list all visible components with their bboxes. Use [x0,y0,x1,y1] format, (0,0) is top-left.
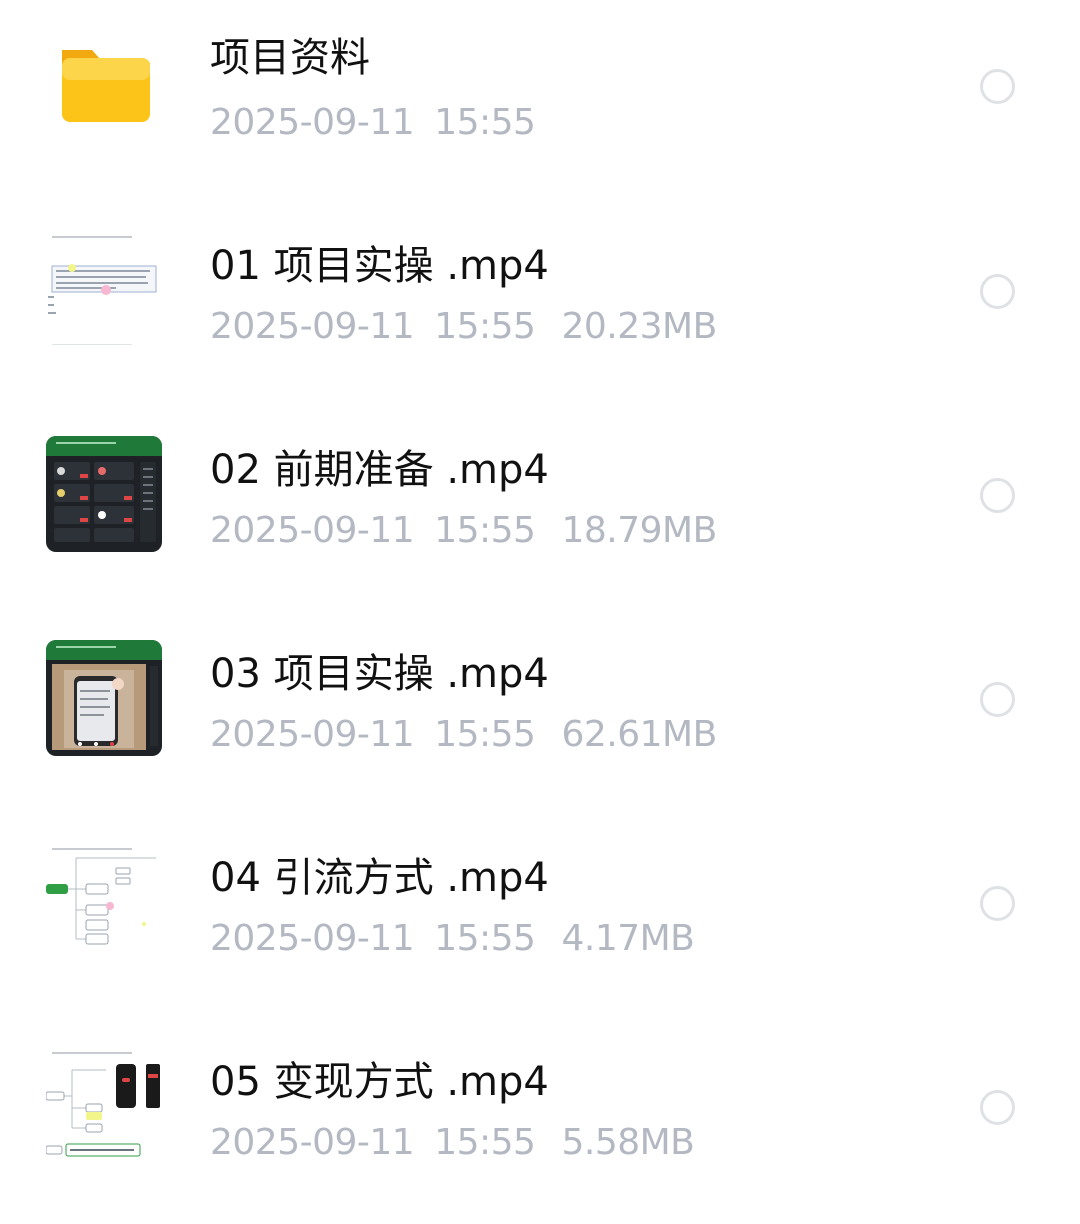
file-name: 项目资料 [210,35,370,81]
file-date: 2025-09-11 [210,306,415,347]
folder-icon [46,28,162,144]
file-row-video[interactable]: 03 项目实操 .mp4 2025-09-11 15:55 62.61MB [0,612,1080,816]
video-thumbnail-phone [46,640,162,756]
file-row-video[interactable]: 05 变现方式 .mp4 2025-09-11 15:55 5.58MB [0,1020,1080,1224]
file-name: 01 项目实操 .mp4 [210,243,549,289]
select-radio[interactable] [980,682,1015,717]
file-size: 18.79MB [561,510,717,551]
select-radio[interactable] [980,886,1015,921]
file-name: 05 变现方式 .mp4 [210,1059,549,1105]
video-thumbnail-document [46,232,162,348]
file-date: 2025-09-11 [210,1122,415,1163]
select-radio[interactable] [980,1090,1015,1125]
file-meta: 2025-09-11 15:55 4.17MB [210,917,695,961]
video-thumbnail-mindmap [46,844,162,960]
file-row-video[interactable]: 02 前期准备 .mp4 2025-09-11 15:55 18.79MB [0,408,1080,612]
file-meta: 2025-09-11 15:55 18.79MB [210,509,717,553]
file-time: 15:55 [434,102,536,143]
file-time: 15:55 [434,918,536,959]
file-time: 15:55 [434,306,536,347]
select-radio[interactable] [980,478,1015,513]
file-date: 2025-09-11 [210,102,415,143]
file-size: 20.23MB [561,306,717,347]
file-date: 2025-09-11 [210,714,415,755]
video-thumbnail-dark-app [46,436,162,552]
file-list: 项目资料 2025-09-11 15:55 01 项目实操 .mp4 2025-… [0,0,1080,1201]
file-size: 4.17MB [561,918,695,959]
file-time: 15:55 [434,714,536,755]
file-row-folder[interactable]: 项目资料 2025-09-11 15:55 [0,0,1080,204]
file-meta: 2025-09-11 15:55 20.23MB [210,305,717,349]
select-radio[interactable] [980,274,1015,309]
file-row-video[interactable]: 04 引流方式 .mp4 2025-09-11 15:55 4.17MB [0,816,1080,1020]
file-time: 15:55 [434,510,536,551]
file-name: 04 引流方式 .mp4 [210,855,549,901]
file-row-video[interactable]: 01 项目实操 .mp4 2025-09-11 15:55 20.23MB [0,204,1080,408]
video-thumbnail-mindmap-phone [46,1048,162,1164]
select-radio[interactable] [980,69,1015,104]
file-time: 15:55 [434,1122,536,1163]
file-meta: 2025-09-11 15:55 [210,101,536,145]
file-name: 02 前期准备 .mp4 [210,447,549,493]
file-size: 62.61MB [561,714,717,755]
file-meta: 2025-09-11 15:55 5.58MB [210,1121,695,1165]
file-meta: 2025-09-11 15:55 62.61MB [210,713,717,757]
file-size: 5.58MB [561,1122,695,1163]
file-date: 2025-09-11 [210,918,415,959]
file-date: 2025-09-11 [210,510,415,551]
file-name: 03 项目实操 .mp4 [210,651,549,697]
